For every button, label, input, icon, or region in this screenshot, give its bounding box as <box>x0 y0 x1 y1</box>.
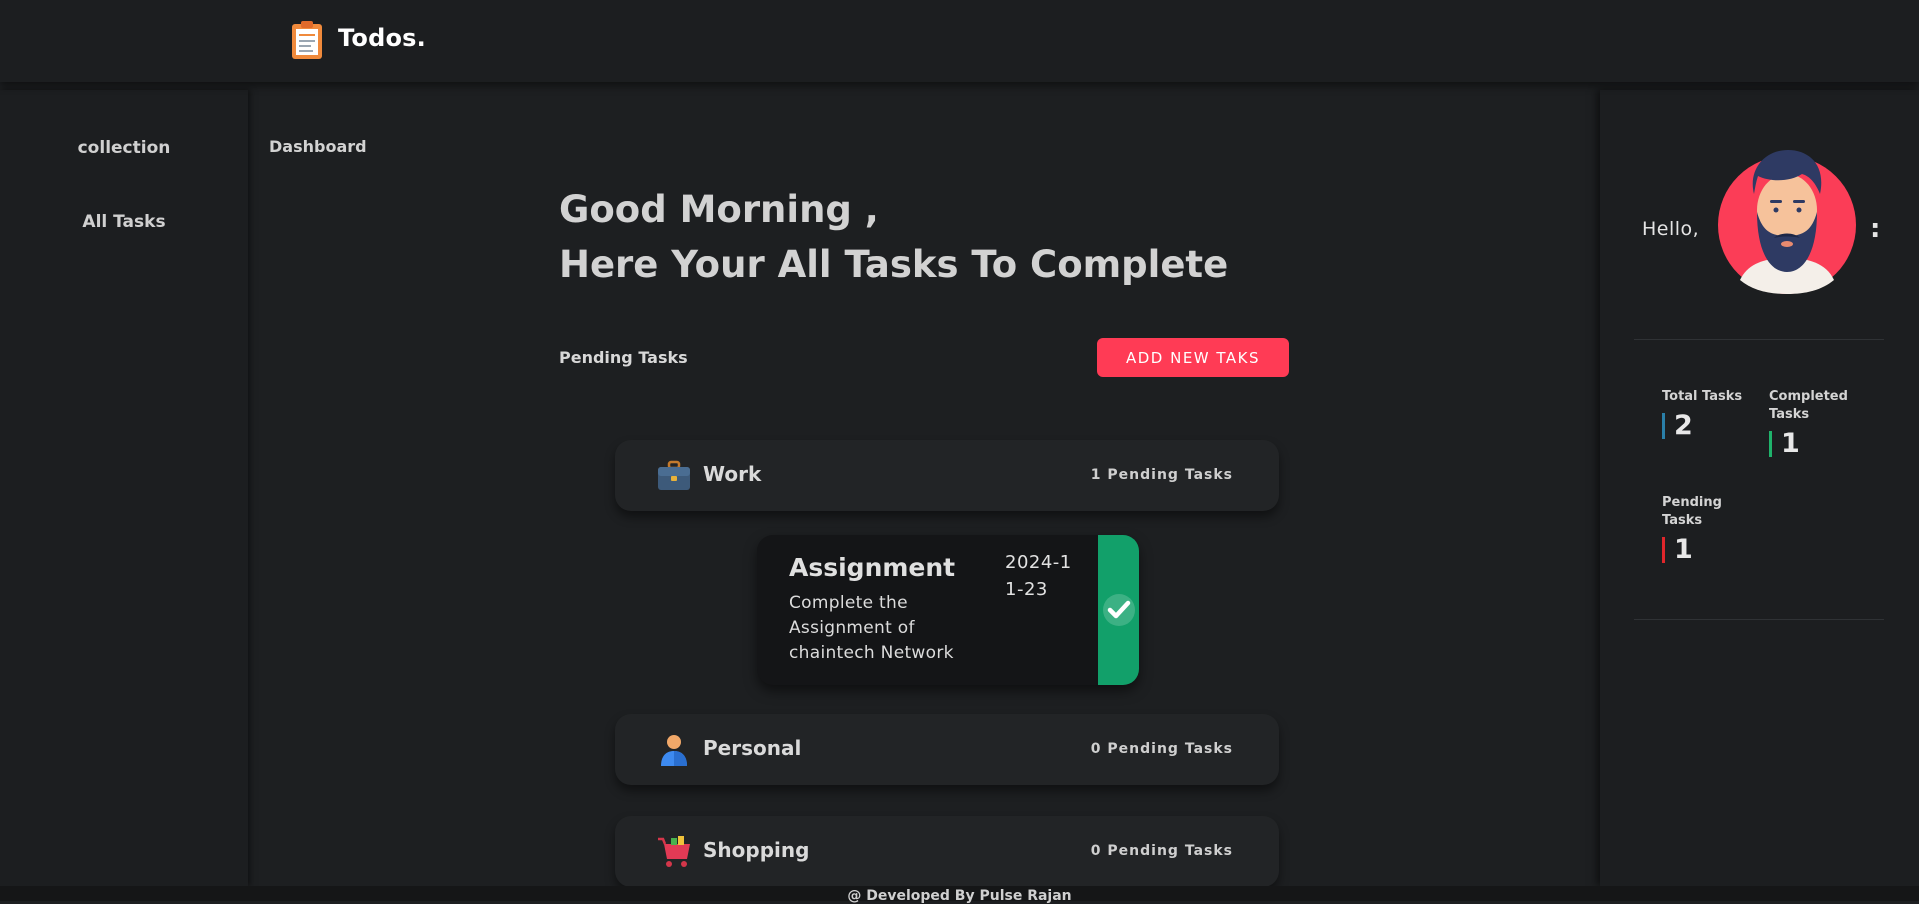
stat-label: Pending Tasks <box>1662 495 1722 528</box>
clipboard-todo-icon[interactable] <box>291 20 323 60</box>
stat-total-tasks: Total Tasks 2 <box>1662 388 1762 441</box>
category-pending-count: 0 Pending Tasks <box>1090 741 1233 757</box>
check-icon <box>1103 594 1135 626</box>
stat-indicator-bar <box>1662 536 1665 563</box>
category-card-work[interactable]: Work 1 Pending Tasks <box>615 440 1279 511</box>
app-title[interactable]: Todos. <box>338 24 426 52</box>
divider <box>1634 339 1884 340</box>
stat-indicator-bar <box>1662 412 1665 439</box>
category-card-personal[interactable]: Personal 0 Pending Tasks <box>615 714 1279 785</box>
category-pending-count: 1 Pending Tasks <box>1090 467 1233 483</box>
stat-completed-tasks: Completed Tasks 1 <box>1769 388 1859 459</box>
category-card-shopping[interactable]: Shopping 0 Pending Tasks <box>615 816 1279 887</box>
shopping-cart-icon <box>658 836 690 867</box>
breadcrumb: Dashboard <box>269 137 367 156</box>
stat-indicator-bar <box>1769 430 1772 457</box>
sidebar: collection All Tasks <box>0 90 248 886</box>
complete-task-button[interactable] <box>1098 535 1139 685</box>
sidebar-item-all-tasks[interactable]: All Tasks <box>0 212 248 232</box>
category-name: Personal <box>703 736 802 760</box>
footer-credit: @ Developed By Pulse Rajan <box>847 888 1072 904</box>
task-description: Complete the Assignment of chaintech Net… <box>789 593 954 663</box>
stat-value: 1 <box>1674 534 1693 565</box>
person-icon <box>661 735 687 766</box>
task-date: 2024-11-23 <box>1005 552 1072 600</box>
stat-label: Completed Tasks <box>1769 389 1848 422</box>
stat-value: 2 <box>1674 410 1693 441</box>
sidebar-item-collection[interactable]: collection <box>0 138 248 158</box>
greeting-line-2: Here Your All Tasks To Complete <box>559 243 1229 286</box>
category-name: Shopping <box>703 838 810 862</box>
right-panel: Hello, : Total Tasks 2 Completed Tasks 1… <box>1600 90 1919 886</box>
category-name: Work <box>703 462 762 486</box>
task-title: Assignment <box>789 553 956 582</box>
top-header: Todos. <box>0 0 1919 82</box>
briefcase-icon <box>658 460 690 490</box>
section-title: Pending Tasks <box>559 348 688 367</box>
stat-value: 1 <box>1781 428 1800 459</box>
stat-pending-tasks: Pending Tasks 1 <box>1662 494 1732 565</box>
task-card[interactable]: Assignment Complete the Assignment of ch… <box>757 535 1139 685</box>
add-new-task-button[interactable]: ADD NEW TAKS <box>1097 338 1289 377</box>
avatar[interactable] <box>1718 148 1856 294</box>
more-options-icon[interactable]: : <box>1870 214 1880 244</box>
divider <box>1634 619 1884 620</box>
greeting-line-1: Good Morning , <box>559 188 879 231</box>
stat-label: Total Tasks <box>1662 389 1743 404</box>
footer: @ Developed By Pulse Rajan <box>0 886 1919 904</box>
category-pending-count: 0 Pending Tasks <box>1090 843 1233 859</box>
hello-greeting: Hello, <box>1642 218 1700 240</box>
